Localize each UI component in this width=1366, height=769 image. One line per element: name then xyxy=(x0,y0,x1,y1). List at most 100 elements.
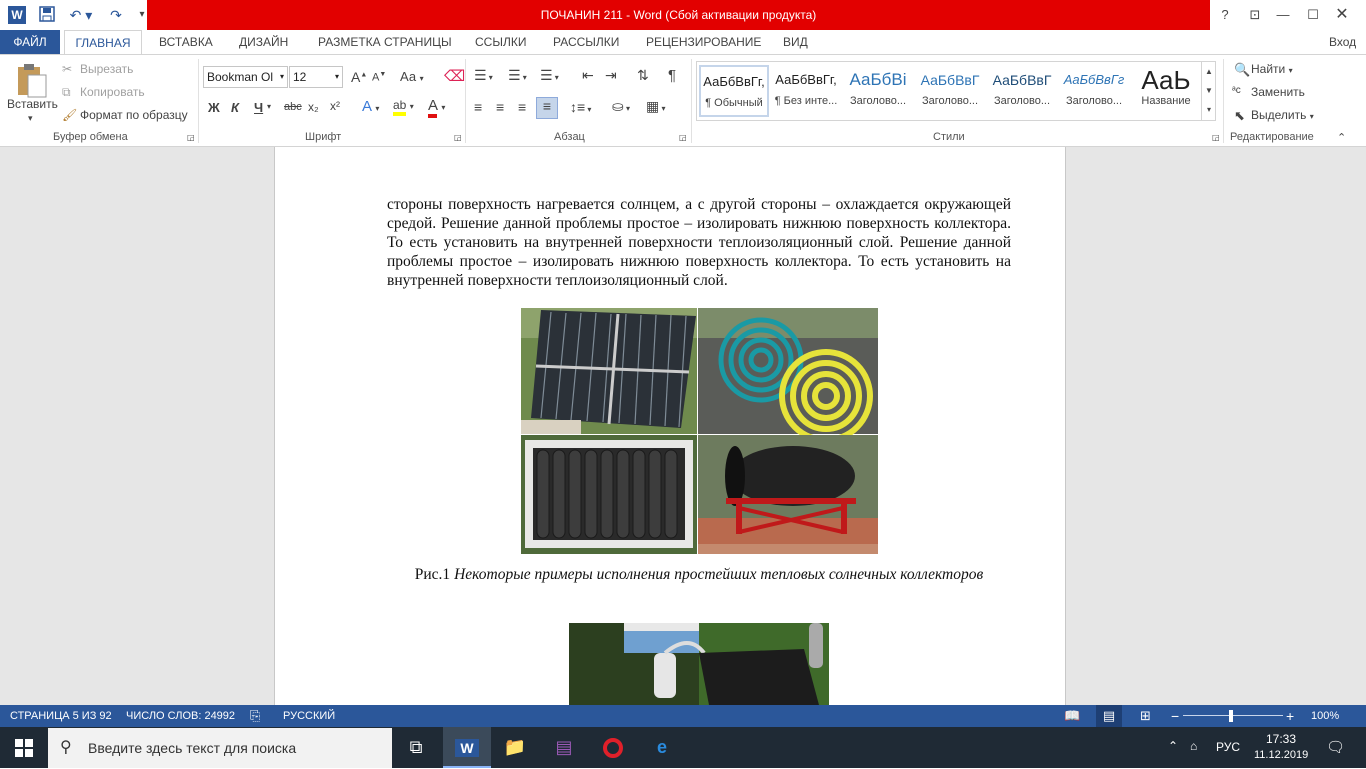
task-view-icon[interactable]: ⧉ xyxy=(392,727,440,768)
shading-icon[interactable]: ⛀ ▾ xyxy=(612,98,630,115)
redo-icon[interactable]: ↷ xyxy=(106,6,126,24)
find-button[interactable]: Найти ▾ xyxy=(1251,62,1293,76)
tab-references[interactable]: ССЫЛКИ xyxy=(475,30,526,54)
document-page[interactable]: стороны поверхность нагревается солнцем,… xyxy=(274,147,1066,705)
tray-chevron-icon[interactable]: ⌃ xyxy=(1168,739,1178,753)
font-size-combo[interactable]: 12 ▾ xyxy=(289,66,343,88)
close-button[interactable]: ✕ xyxy=(1327,0,1357,30)
borders-icon[interactable]: ▦ ▾ xyxy=(646,98,665,115)
clipboard-launcher-icon[interactable]: ◲ xyxy=(187,133,195,142)
zoom-slider-thumb[interactable] xyxy=(1229,710,1233,722)
document-area[interactable]: стороны поверхность нагревается солнцем,… xyxy=(0,147,1366,705)
bullets-icon[interactable]: ☰ ▾ xyxy=(474,67,493,84)
font-color-button[interactable]: A ▾ xyxy=(428,97,445,118)
subscript-button[interactable]: x₂ xyxy=(308,100,319,114)
paragraph-launcher-icon[interactable]: ◲ xyxy=(679,133,687,142)
style-title[interactable]: АаЬ Название xyxy=(1131,65,1201,117)
copy-button[interactable]: Копировать xyxy=(80,85,145,99)
paste-button[interactable]: Вставить xyxy=(7,97,58,111)
style-normal[interactable]: АаБбВвГг, ¶ Обычный xyxy=(699,65,769,117)
figure-caption[interactable]: Рис.1 Некоторые примеры исполнения прост… xyxy=(387,565,1011,584)
notifications-icon[interactable]: 🗨 xyxy=(1326,738,1345,756)
styles-launcher-icon[interactable]: ◲ xyxy=(1212,133,1220,142)
opera-icon[interactable] xyxy=(589,727,637,768)
ribbon-display-options-icon[interactable]: ⊡ xyxy=(1240,0,1270,30)
maximize-button[interactable]: ☐ xyxy=(1298,0,1328,30)
tab-design[interactable]: ДИЗАЙН xyxy=(239,30,288,54)
clock-time[interactable]: 17:33 xyxy=(1266,732,1296,746)
word-count[interactable]: ЧИСЛО СЛОВ: 24992 xyxy=(126,705,235,727)
tab-home[interactable]: ГЛАВНАЯ xyxy=(64,30,142,55)
show-formatting-button[interactable]: ¶ xyxy=(668,67,676,84)
align-right-icon[interactable]: ≡ xyxy=(518,99,526,115)
style-heading1[interactable]: АаБбВі Заголово... xyxy=(843,65,913,117)
winrar-icon[interactable]: ▤ xyxy=(540,727,588,768)
web-layout-icon[interactable]: ⊞ xyxy=(1140,705,1151,727)
multilevel-list-icon[interactable]: ☰ ▾ xyxy=(540,67,559,84)
paste-dropdown-icon[interactable]: ▾ xyxy=(28,113,33,124)
help-button[interactable]: ? xyxy=(1210,0,1240,30)
tab-layout[interactable]: РАЗМЕТКА СТРАНИЦЫ xyxy=(318,30,452,54)
sign-in-link[interactable]: Вход xyxy=(1329,30,1356,54)
zoom-out-button[interactable]: − xyxy=(1171,705,1179,727)
zoom-slider[interactable] xyxy=(1183,715,1283,716)
align-center-icon[interactable]: ≡ xyxy=(496,99,504,115)
style-heading4[interactable]: АаБбВвГг Заголово... xyxy=(1059,65,1129,117)
clock-date[interactable]: 11.12.2019 xyxy=(1254,749,1308,761)
grow-font-button[interactable]: A▲ xyxy=(351,69,367,85)
word-taskbar-icon[interactable]: W xyxy=(443,727,491,768)
font-name-combo[interactable]: Bookman Ol ▾ xyxy=(203,66,288,88)
style-heading2[interactable]: АаБбВвГ Заголово... xyxy=(915,65,985,117)
zoom-in-button[interactable]: + xyxy=(1286,705,1294,727)
file-explorer-icon[interactable]: 📁 xyxy=(491,727,539,768)
word-app-icon[interactable]: W xyxy=(8,6,26,24)
tab-view[interactable]: ВИД xyxy=(783,30,808,54)
language-indicator[interactable]: РУССКИЙ xyxy=(283,705,335,727)
collapse-ribbon-icon[interactable]: ⌃ xyxy=(1337,131,1346,144)
tab-file[interactable]: ФАЙЛ xyxy=(0,30,60,54)
shrink-font-button[interactable]: A▼ xyxy=(372,71,386,84)
paste-icon[interactable] xyxy=(14,61,48,99)
sort-icon[interactable]: ⇅ xyxy=(637,67,649,84)
bold-button[interactable]: Ж xyxy=(208,100,220,115)
body-paragraph[interactable]: стороны поверхность нагревается солнцем,… xyxy=(387,195,1011,290)
cut-button[interactable]: Вырезать xyxy=(80,62,133,76)
style-no-spacing[interactable]: АаБбВвГг, ¶ Без инте... xyxy=(771,65,841,117)
minimize-button[interactable]: — xyxy=(1268,0,1298,30)
line-spacing-icon[interactable]: ↕≡ ▾ xyxy=(570,99,591,115)
replace-button[interactable]: Заменить xyxy=(1251,85,1305,99)
select-button[interactable]: Выделить ▾ xyxy=(1251,108,1314,122)
zoom-level[interactable]: 100% xyxy=(1311,705,1339,727)
text-effects-button[interactable]: A ▾ xyxy=(362,98,379,115)
numbering-icon[interactable]: ☰ ▾ xyxy=(508,67,527,84)
tab-review[interactable]: РЕЦЕНЗИРОВАНИЕ xyxy=(646,30,761,54)
justify-icon[interactable]: ≡ xyxy=(536,97,558,119)
edge-icon[interactable]: e xyxy=(638,727,686,768)
style-heading3[interactable]: АаБбВвГ Заголово... xyxy=(987,65,1057,117)
increase-indent-icon[interactable]: ⇥ xyxy=(605,67,617,84)
strikethrough-button[interactable]: abc xyxy=(284,101,302,113)
change-case-button[interactable]: Аа ▾ xyxy=(400,69,424,84)
tab-mailings[interactable]: РАССЫЛКИ xyxy=(553,30,619,54)
taskbar-search-input[interactable]: ⚲ Введите здесь текст для поиска xyxy=(48,728,392,768)
page-indicator[interactable]: СТРАНИЦА 5 ИЗ 92 xyxy=(10,705,112,727)
start-windows-icon[interactable] xyxy=(0,727,48,768)
print-layout-icon[interactable]: ▤ xyxy=(1096,705,1122,727)
save-icon[interactable] xyxy=(37,6,57,24)
tab-insert[interactable]: ВСТАВКА xyxy=(159,30,213,54)
font-launcher-icon[interactable]: ◲ xyxy=(454,133,462,142)
undo-icon[interactable]: ↶ ▾ xyxy=(66,6,96,24)
format-painter-button[interactable]: Формат по образцу xyxy=(80,108,188,122)
italic-button[interactable]: К xyxy=(231,100,239,115)
figure-pool-collector[interactable] xyxy=(569,623,829,705)
align-left-icon[interactable]: ≡ xyxy=(474,99,482,115)
clear-formatting-icon[interactable]: ⌫ xyxy=(444,67,465,85)
superscript-button[interactable]: x² xyxy=(330,99,340,113)
keyboard-language[interactable]: РУС xyxy=(1216,740,1240,754)
highlight-button[interactable]: ab ▾ xyxy=(393,98,414,116)
proofing-icon[interactable]: ⎘ xyxy=(250,705,260,727)
read-mode-icon[interactable]: 📖 xyxy=(1064,705,1080,727)
network-icon[interactable]: ⌂ xyxy=(1190,739,1197,753)
styles-scroll[interactable]: ▲ ▼ ▾ xyxy=(1201,62,1216,120)
decrease-indent-icon[interactable]: ⇤ xyxy=(582,67,594,84)
